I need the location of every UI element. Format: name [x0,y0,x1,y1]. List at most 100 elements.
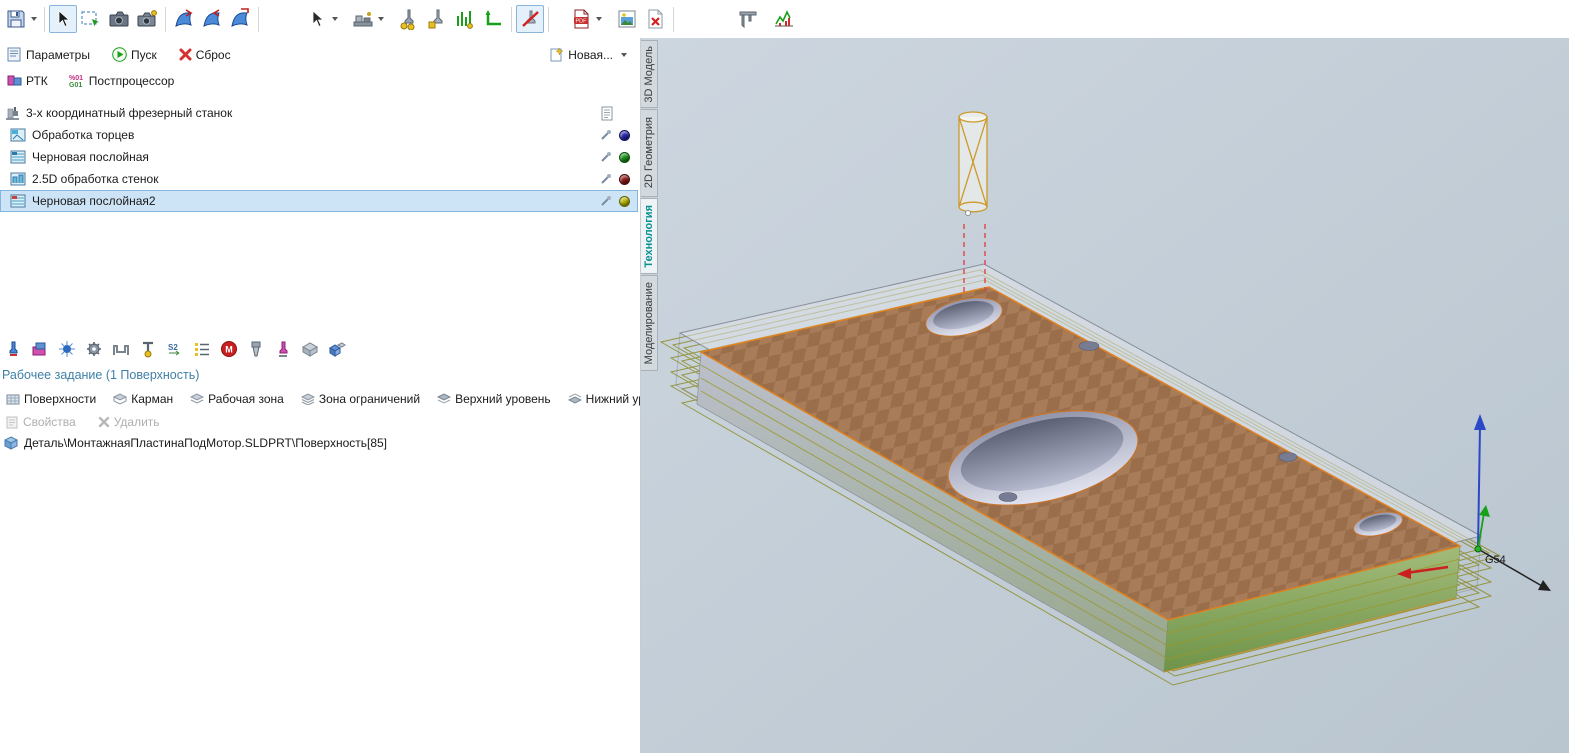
machine-node-label: 3-х координатный фрезерный станок [26,106,233,120]
svg-text:%01: %01 [69,75,83,82]
operations-list-button[interactable] [191,338,213,360]
surface-tool-button-3[interactable] [226,5,254,33]
job-item-row[interactable]: Деталь\МонтажнаяПластинаПодМотор.SLDPRT\… [4,436,387,450]
spindle-button[interactable] [56,338,78,360]
tab-3d-model[interactable]: 3D Модель [641,40,658,108]
surface-tool-button-1[interactable] [170,5,198,33]
restriction-zone-icon [300,393,315,405]
operation-row-selected[interactable]: Черновая послойная2 [0,190,638,212]
surface-sheet-icon [203,9,220,27]
measure-button[interactable] [734,5,762,33]
workpiece-icon [32,342,46,356]
svg-text:G01: G01 [69,82,82,88]
holder-icon [251,341,261,357]
select-cursor-button[interactable] [49,5,77,33]
pdf-dropdown-caret[interactable] [596,17,602,21]
cutter-tool [958,111,988,216]
tool-magenta-button[interactable] [272,338,294,360]
pocket-button[interactable]: Карман [109,389,177,409]
tab-2d-geometry[interactable]: 2D Геометрия [641,109,658,197]
pocket-label: Карман [131,392,174,406]
job-disabled-row: Свойства Удалить [2,412,164,432]
new-operation-button[interactable]: Новая... [542,44,620,65]
parameters-button[interactable]: Параметры [0,44,97,65]
delete-x-icon [98,416,109,428]
model-icon [329,342,346,357]
restriction-zone-button[interactable]: Зона ограничений [297,389,424,409]
tab-technology[interactable]: Технология [641,198,658,274]
holder-button[interactable] [245,338,267,360]
tool-setup-button[interactable] [423,5,451,33]
machine-dropdown-caret[interactable] [378,17,384,21]
stock-button[interactable] [299,338,321,360]
camera-view-icon [137,10,157,27]
new-operation-caret[interactable] [621,52,627,57]
operation-row[interactable]: 2.5D обработка стенок [0,168,638,190]
properties-button-disabled[interactable]: Свойства [2,412,80,432]
tool-button[interactable] [2,338,24,360]
work-zone-icon [190,393,205,404]
technology-panel: Параметры Пуск Сброс Новая... РТК %01 G0… [0,38,677,753]
settings-button[interactable] [83,338,105,360]
model-button[interactable] [326,338,348,360]
machine-vise-icon [353,12,373,27]
upper-level-button[interactable]: Верхний уровень [433,389,555,409]
delete-button-disabled[interactable]: Удалить [94,412,164,432]
machine-node[interactable]: 3-х координатный фрезерный станок [0,102,638,124]
image-export-button[interactable] [613,5,641,33]
new-operation-label: Новая... [568,47,613,62]
caliper-icon [739,11,757,29]
save-button[interactable] [2,5,30,33]
no-machining-button[interactable] [516,5,544,33]
tool-library-button[interactable] [395,5,423,33]
camera-icon [109,11,129,27]
main-toolbar: PDF [0,0,1569,38]
tab-modeling[interactable]: Моделирование [641,275,658,371]
reset-button[interactable]: Сброс [172,45,238,65]
delete-doc-button[interactable] [641,5,669,33]
rtk-button[interactable]: РТК [0,70,55,91]
scene-3d[interactable]: G54 [641,38,1569,753]
m-function-button[interactable]: M [218,338,240,360]
workpiece-button[interactable] [29,338,51,360]
tool-coins-icon [400,9,415,30]
toolbar-separator [511,6,512,32]
op-flag-icon [601,130,611,140]
fixture-button[interactable] [110,338,132,360]
tool-setup-icon [428,9,443,29]
reset-label: Сброс [195,47,231,62]
op-flag-icon [601,196,611,206]
pdf-export-button[interactable]: PDF [567,5,595,33]
surfaces-button[interactable]: Поверхности [2,389,100,409]
pick-dropdown-caret[interactable] [332,17,338,21]
stock-icon [301,342,319,357]
run-button[interactable]: Пуск [105,44,164,65]
operation-row[interactable]: Черновая послойная [0,146,638,168]
job-buttons-row: Поверхности Карман Рабочая зона Зона огр… [2,389,681,409]
pick-cursor-button[interactable] [303,5,331,33]
marquee-select-button[interactable] [77,5,105,33]
corner-button[interactable] [479,5,507,33]
machine-doc-icon[interactable] [601,106,614,121]
new-page-icon [550,47,564,62]
toolpath-button[interactable] [451,5,479,33]
save-dropdown-caret[interactable] [31,17,37,21]
pdf-export-icon: PDF [574,9,589,29]
spindle-speed-button[interactable]: S2 [164,338,186,360]
postprocessor-icon: %01G01 [69,75,83,88]
surface-tool-button-2[interactable] [198,5,226,33]
wcs-label: G54 [1485,554,1506,566]
work-zone-label: Рабочая зона [208,392,284,406]
snapshot-button[interactable] [105,5,133,33]
work-zone-button[interactable]: Рабочая зона [186,389,288,409]
cam-application: PDF Параметры Пуск Сброс Новая... РТК %0… [0,0,1569,753]
operation-row[interactable]: Обработка торцев [0,124,638,146]
properties-icon [6,416,18,428]
machine-button[interactable] [349,5,377,33]
statistics-button[interactable] [770,5,798,33]
postprocessor-button[interactable]: %01 G01 Постпроцессор [61,70,182,91]
surfaces-label: Поверхности [24,392,97,406]
tool-number-button[interactable] [137,338,159,360]
snapshot-view-button[interactable] [133,5,161,33]
run-label: Пуск [130,47,157,62]
